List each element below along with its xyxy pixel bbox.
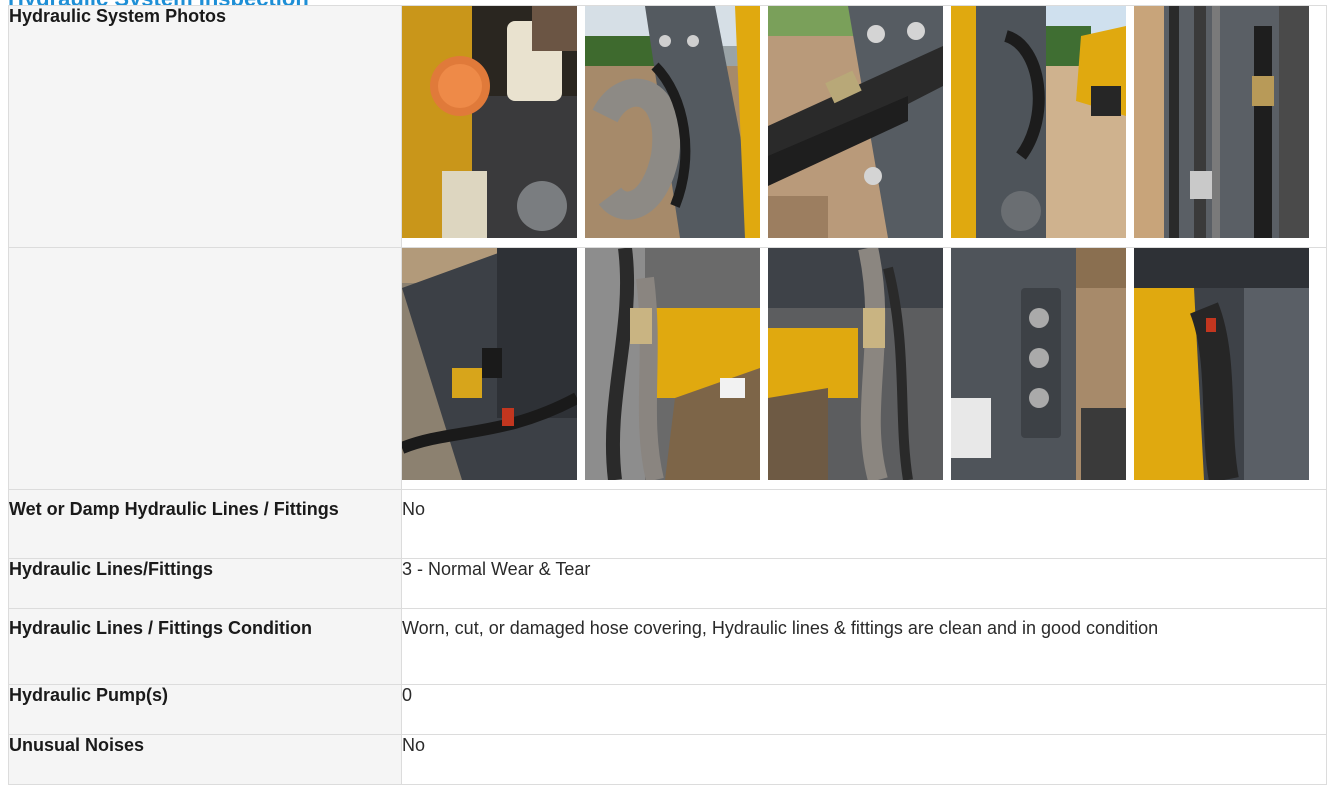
photo-thumbnail[interactable] bbox=[402, 248, 577, 480]
table-row: Hydraulic Pump(s) 0 bbox=[8, 684, 1327, 735]
photo-thumbnail[interactable] bbox=[951, 6, 1126, 238]
photo-thumbnail[interactable] bbox=[585, 248, 760, 480]
photo-cell bbox=[401, 5, 1327, 248]
table-row: Hydraulic Lines / Fittings Condition Wor… bbox=[8, 608, 1327, 685]
row-label: Wet or Damp Hydraulic Lines / Fittings bbox=[8, 489, 402, 559]
table-row: Hydraulic Lines/Fittings 3 - Normal Wear… bbox=[8, 558, 1327, 609]
photo-thumbnail[interactable] bbox=[402, 6, 577, 238]
photo-thumbnail[interactable] bbox=[768, 6, 943, 238]
row-value: No bbox=[401, 489, 1327, 559]
row-label: Hydraulic System Photos bbox=[8, 5, 402, 248]
photo-thumbnail[interactable] bbox=[768, 248, 943, 480]
row-value: No bbox=[401, 734, 1327, 785]
photo-grid-row-2 bbox=[402, 248, 1326, 480]
row-label: Hydraulic Lines / Fittings Condition bbox=[8, 608, 402, 685]
photo-cell bbox=[401, 247, 1327, 490]
table-row: Hydraulic System Photos bbox=[8, 5, 1327, 248]
photo-thumbnail[interactable] bbox=[585, 6, 760, 238]
photo-thumbnail[interactable] bbox=[951, 248, 1126, 480]
row-label: Unusual Noises bbox=[8, 734, 402, 785]
photo-grid-row-1 bbox=[402, 6, 1326, 238]
table-row: Unusual Noises No bbox=[8, 734, 1327, 785]
photo-thumbnail[interactable] bbox=[1134, 248, 1309, 480]
row-label-empty bbox=[8, 247, 402, 490]
table-row: Wet or Damp Hydraulic Lines / Fittings N… bbox=[8, 489, 1327, 559]
row-value: Worn, cut, or damaged hose covering, Hyd… bbox=[401, 608, 1327, 685]
row-label: Hydraulic Lines/Fittings bbox=[8, 558, 402, 609]
inspection-table: Hydraulic System Photos Wet or Damp Hydr… bbox=[8, 5, 1327, 785]
table-row bbox=[8, 247, 1327, 490]
photo-thumbnail[interactable] bbox=[1134, 6, 1309, 238]
row-value: 3 - Normal Wear & Tear bbox=[401, 558, 1327, 609]
row-label: Hydraulic Pump(s) bbox=[8, 684, 402, 735]
row-value: 0 bbox=[401, 684, 1327, 735]
